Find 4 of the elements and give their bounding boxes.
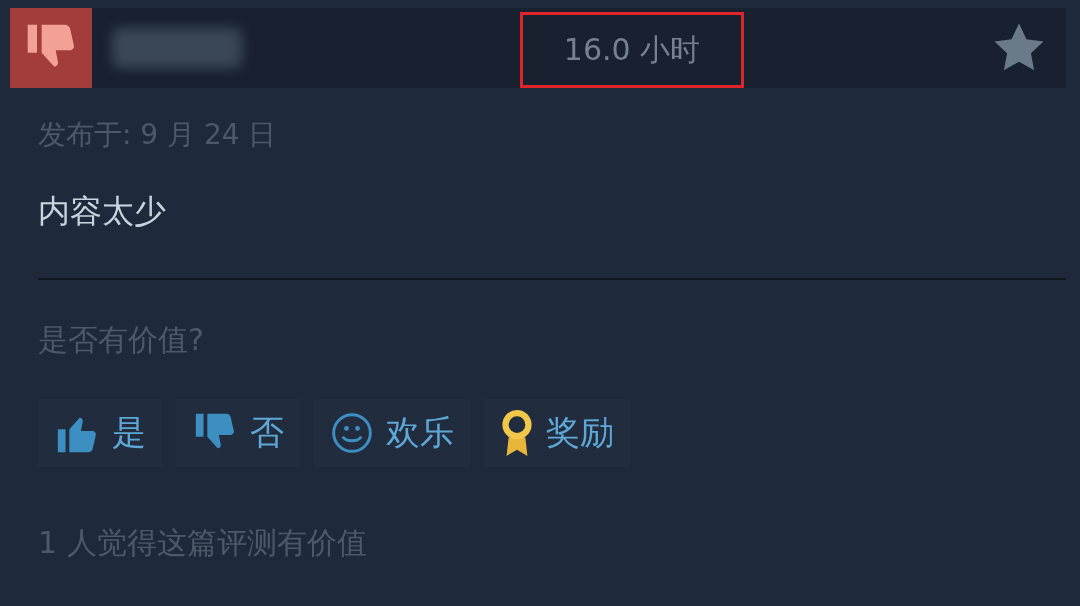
medal-icon (500, 408, 534, 458)
review-text: 内容太少 (38, 191, 167, 232)
smiley-icon (330, 411, 374, 455)
playtime-hours: 16.0 小时 (563, 30, 701, 69)
